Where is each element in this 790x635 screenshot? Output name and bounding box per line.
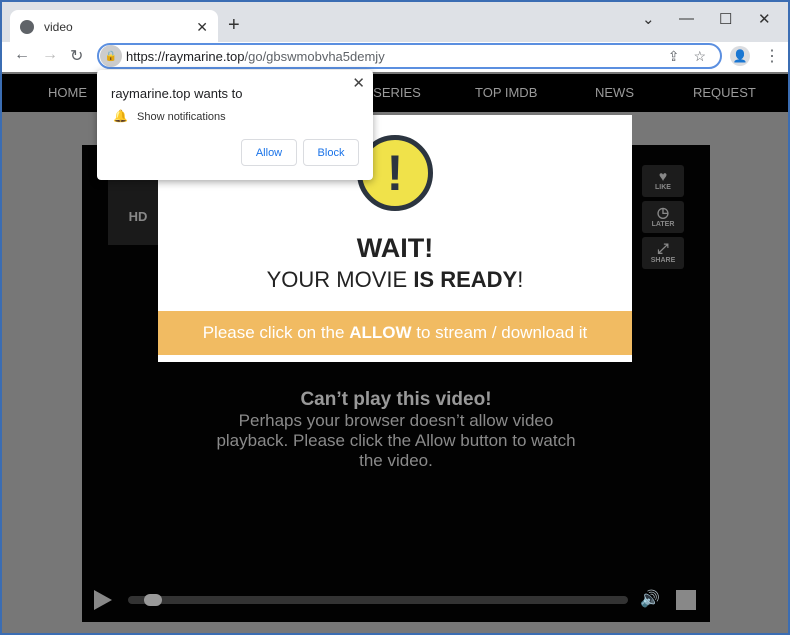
new-tab-button[interactable]: + <box>228 14 240 37</box>
popup-title: raymarine.top wants to <box>111 86 243 101</box>
bookmark-star-icon[interactable]: ☆ <box>693 48 706 65</box>
seek-bar[interactable] <box>128 594 628 606</box>
volume-icon[interactable]: 🔊 <box>640 589 660 609</box>
lock-icon[interactable]: 🔒 <box>100 45 122 67</box>
close-tab-icon[interactable]: ✕ <box>196 19 208 36</box>
nav-news[interactable]: NEWS <box>595 85 634 100</box>
error-title: Can’t play this video! <box>300 389 492 410</box>
like-button[interactable]: ♥ LIKE <box>642 165 684 197</box>
tab-video[interactable]: video ✕ <box>10 10 218 44</box>
globe-icon <box>20 20 34 34</box>
notification-permission-popup: raymarine.top wants to ✕ 🔔 Show notifica… <box>97 70 373 180</box>
play-icon[interactable] <box>94 590 112 610</box>
tab-search-icon[interactable]: ⌄ <box>642 10 655 28</box>
fullscreen-icon[interactable] <box>676 590 696 610</box>
profile-avatar[interactable]: 👤 <box>730 46 750 66</box>
error-line: the video. <box>359 451 433 470</box>
close-icon[interactable]: ✕ <box>352 74 365 92</box>
heart-icon: ♥ <box>658 168 668 184</box>
modal-subtitle: YOUR MOVIE IS READY! <box>266 267 524 292</box>
share-icon[interactable]: ⇪ <box>668 48 680 65</box>
maximize-button[interactable]: ☐ <box>719 10 732 28</box>
back-icon[interactable]: ← <box>14 46 30 64</box>
url-text: https://raymarine.top/go/gbswmobvha5demj… <box>126 48 385 64</box>
error-line: playback. Please click the Allow button … <box>216 431 576 450</box>
nav-home[interactable]: HOME <box>48 85 87 100</box>
close-window-button[interactable]: ✕ <box>758 10 771 28</box>
permission-text: Show notifications <box>137 111 226 123</box>
error-line: Perhaps your browser doesn’t allow video <box>238 411 554 430</box>
nav-top-imdb[interactable]: TOP IMDB <box>475 85 537 100</box>
address-bar[interactable]: 🔒 https://raymarine.top/go/gbswmobvha5de… <box>97 43 722 69</box>
tab-title: video <box>44 20 73 34</box>
nav-request[interactable]: REQUEST <box>693 85 756 100</box>
share-icon: ⤢ <box>657 240 669 256</box>
seek-handle[interactable] <box>144 594 162 606</box>
forward-icon[interactable]: → <box>42 46 58 64</box>
menu-icon[interactable]: ⋮ <box>764 46 780 66</box>
share-button[interactable]: ⤢ SHARE <box>642 237 684 269</box>
browser-window: video ✕ + ⌄ — ☐ ✕ ← → ↻ 🔒 https://raymar… <box>2 2 788 633</box>
bell-icon: 🔔 <box>113 109 128 123</box>
allow-instruction-bar[interactable]: Please click on the ALLOW to stream / do… <box>158 311 632 355</box>
block-button[interactable]: Block <box>303 139 359 166</box>
modal-title: WAIT! <box>356 233 434 263</box>
reload-icon[interactable]: ↻ <box>70 46 83 66</box>
clock-icon: ◷ <box>656 204 670 220</box>
allow-button[interactable]: Allow <box>241 139 297 166</box>
toolbar: ← → ↻ 🔒 https://raymarine.top/go/gbswmob… <box>2 42 788 72</box>
player-controls: 🔊 <box>82 585 710 615</box>
minimize-button[interactable]: — <box>679 10 694 27</box>
later-button[interactable]: ◷ LATER <box>642 201 684 233</box>
